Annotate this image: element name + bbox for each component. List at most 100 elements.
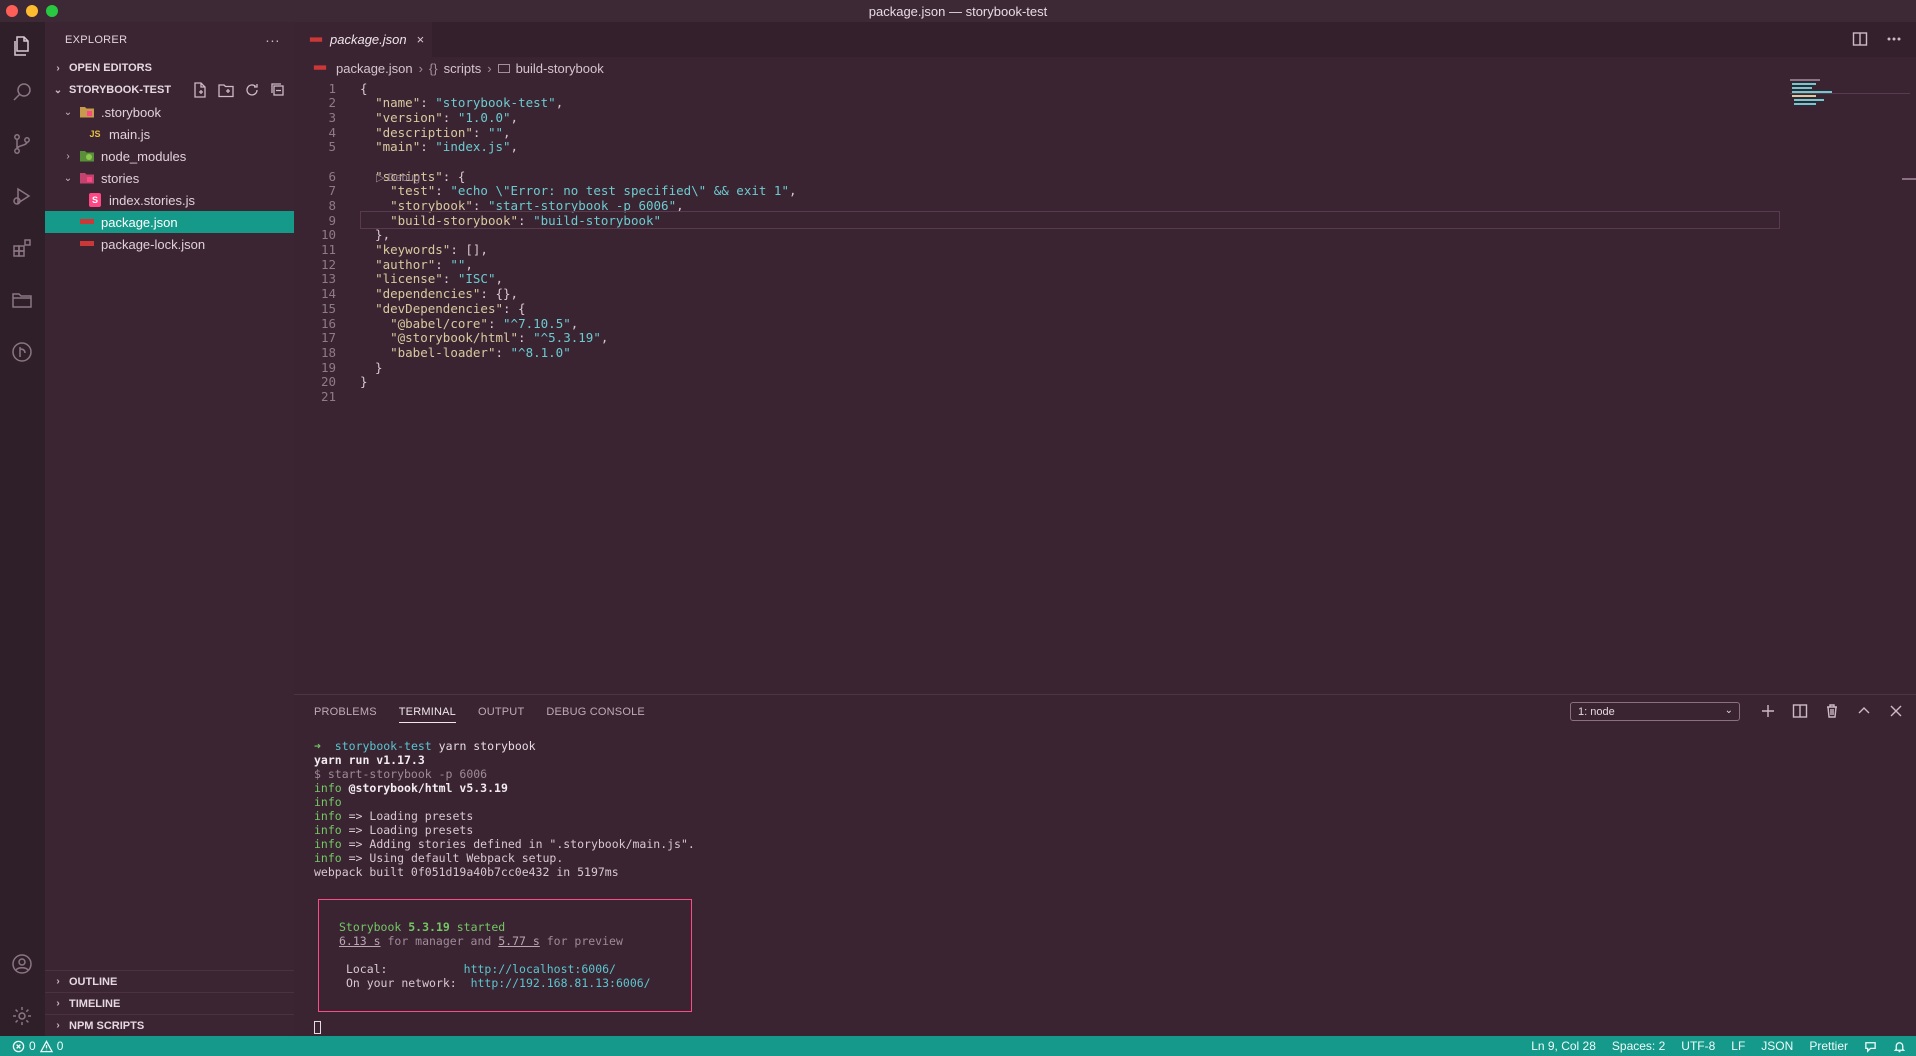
tree-item-label: node_modules <box>101 148 187 164</box>
chevron-right-icon: › <box>56 976 60 987</box>
js-file-icon: JS <box>89 129 101 139</box>
problems-status[interactable]: 0 0 <box>0 1039 63 1053</box>
tree-file-package-lock-json[interactable]: package-lock.json <box>45 233 294 255</box>
local-label: Local: <box>345 962 388 976</box>
terminal-line: info => Using default Webpack setup. <box>314 851 695 865</box>
minimap[interactable] <box>1790 79 1910 119</box>
editor-actions <box>1852 31 1902 47</box>
tree-folder-node-modules[interactable]: › node_modules <box>45 145 294 167</box>
network-label: On your network: <box>345 976 457 990</box>
debug-codelens[interactable]: ▷ Debug <box>376 171 420 184</box>
split-editor-icon[interactable] <box>1852 31 1868 47</box>
terminal-output[interactable]: ➜ storybook-test yarn storybook yarn run… <box>314 739 695 879</box>
new-terminal-icon[interactable] <box>1760 703 1776 719</box>
terminal-segment: info <box>314 851 342 865</box>
terminal-line: info => Loading presets <box>314 823 695 837</box>
tree-folder-stories[interactable]: ⌄ stories <box>45 167 294 189</box>
encoding[interactable]: UTF-8 <box>1681 1039 1715 1053</box>
chevron-right-icon: › <box>66 150 70 162</box>
prettier-status[interactable]: Prettier <box>1809 1039 1848 1053</box>
new-file-icon[interactable] <box>192 82 208 98</box>
bell-icon[interactable] <box>1893 1040 1906 1053</box>
tab-debug-console[interactable]: DEBUG CONSOLE <box>546 706 645 718</box>
tree-file-index-stories[interactable]: S index.stories.js <box>45 189 294 211</box>
terminal-segment: 5.77 s <box>498 934 540 948</box>
json-string: "index.js" <box>435 139 511 155</box>
explorer-header: EXPLORER ··· <box>45 22 294 57</box>
open-editors-section[interactable]: › OPEN EDITORS <box>45 57 294 79</box>
timeline-label: TIMELINE <box>69 997 121 1010</box>
breadcrumb-file[interactable]: package.json <box>336 61 413 76</box>
cursor-position[interactable]: Ln 9, Col 28 <box>1531 1039 1596 1053</box>
terminal-segment: @storybook/html v5.3.19 <box>341 781 508 795</box>
maximize-window-button[interactable] <box>46 5 58 17</box>
more-actions-icon[interactable] <box>1886 31 1902 47</box>
npm-scripts-section[interactable]: › NPM SCRIPTS <box>45 1014 294 1036</box>
outline-section[interactable]: › OUTLINE <box>45 970 294 992</box>
tab-output[interactable]: OUTPUT <box>478 706 524 718</box>
tree-item-label: .storybook <box>101 104 161 120</box>
tab-label: package.json <box>330 32 407 47</box>
tree-item-label: package.json <box>101 214 178 230</box>
error-icon <box>12 1040 25 1052</box>
git-graph-icon[interactable] <box>8 338 36 366</box>
title-bar: package.json — storybook-test <box>0 0 1916 22</box>
close-window-button[interactable] <box>6 5 18 17</box>
tree-file-package-json[interactable]: package.json <box>45 211 294 233</box>
folder-stories-icon <box>79 170 95 186</box>
feedback-icon[interactable] <box>1864 1040 1877 1053</box>
panel-actions <box>1760 703 1904 719</box>
files-icon[interactable] <box>8 32 36 60</box>
project-section[interactable]: ⌄ STORYBOOK-TEST <box>45 79 294 101</box>
tab-problems[interactable]: PROBLEMS <box>314 706 377 718</box>
collapse-all-icon[interactable] <box>270 82 286 98</box>
tree-file-main-js[interactable]: JS main.js <box>45 123 294 145</box>
code-editor[interactable]: 1{2 "name": "storybook-test", 3 "version"… <box>294 79 1784 479</box>
breadcrumb-build-storybook[interactable]: build-storybook <box>516 61 604 76</box>
json-key: "main" <box>375 139 421 155</box>
terminal-segment: for preview <box>539 934 623 948</box>
run-debug-icon[interactable] <box>8 182 36 210</box>
source-control-icon[interactable] <box>8 130 36 158</box>
trash-icon[interactable] <box>1824 703 1840 719</box>
language-mode[interactable]: JSON <box>1761 1039 1793 1053</box>
tab-terminal[interactable]: TERMINAL <box>398 706 456 723</box>
chevron-right-icon: › <box>56 1020 60 1031</box>
terminal-segment: webpack built 0f051d19a40b7cc0e432 in 51… <box>314 865 619 879</box>
minimize-window-button[interactable] <box>26 5 38 17</box>
chevron-right-icon: › <box>418 60 423 76</box>
breadcrumb-scripts[interactable]: scripts <box>444 61 482 76</box>
code-line[interactable]: 21 <box>294 388 1784 406</box>
indentation[interactable]: Spaces: 2 <box>1612 1039 1665 1053</box>
terminal-line: info <box>314 795 695 809</box>
json-punct: , <box>510 139 519 155</box>
chevron-up-icon[interactable] <box>1856 703 1872 719</box>
tree-folder-storybook[interactable]: ⌄ .storybook <box>45 101 294 123</box>
chevron-right-icon: › <box>56 62 60 74</box>
chevron-down-icon: ⌄ <box>1724 705 1733 716</box>
local-url-link[interactable]: http://localhost:6006/ <box>464 962 616 976</box>
code-line[interactable]: 5 "main": "index.js", <box>294 138 1784 156</box>
more-actions-icon[interactable]: ··· <box>265 32 280 48</box>
folder-icon[interactable] <box>8 286 36 314</box>
split-terminal-icon[interactable] <box>1792 703 1808 719</box>
project-label: STORYBOOK-TEST <box>69 84 172 96</box>
code-text: "main": "index.js", <box>360 139 518 154</box>
search-icon[interactable] <box>8 78 36 106</box>
close-icon[interactable]: × <box>417 32 425 47</box>
end-of-line[interactable]: LF <box>1731 1039 1745 1053</box>
close-panel-icon[interactable] <box>1888 703 1904 719</box>
npm-scripts-label: NPM SCRIPTS <box>69 1019 145 1032</box>
tab-package-json[interactable]: package.json × <box>294 22 432 57</box>
refresh-icon[interactable] <box>244 82 260 98</box>
extensions-icon[interactable] <box>8 234 36 262</box>
account-icon[interactable] <box>8 950 36 978</box>
chevron-right-icon: › <box>487 60 492 76</box>
terminal-segment: for manager and <box>380 934 499 948</box>
timeline-section[interactable]: › TIMELINE <box>45 992 294 1014</box>
terminal-select[interactable]: 1: node ⌄ <box>1570 702 1740 721</box>
network-url-link[interactable]: http://192.168.81.13:6006/ <box>471 976 651 990</box>
open-editors-label: OPEN EDITORS <box>69 62 152 74</box>
new-folder-icon[interactable] <box>218 82 234 98</box>
settings-gear-icon[interactable] <box>8 1002 36 1030</box>
